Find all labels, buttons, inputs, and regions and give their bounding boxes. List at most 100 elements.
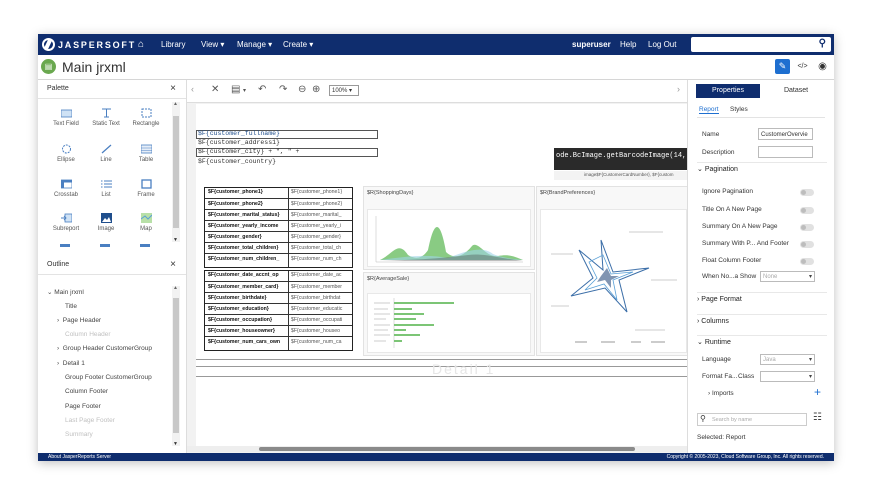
nav-manage[interactable]: Manage ▾ [237, 34, 272, 55]
summary-with-header-toggle[interactable] [800, 241, 814, 248]
delete-icon[interactable]: ✕ [211, 84, 219, 95]
tab-dataset[interactable]: Dataset [764, 84, 828, 98]
close-icon[interactable]: × [170, 80, 176, 98]
field-country[interactable]: $F{customer_country} [198, 158, 276, 165]
columns-section[interactable]: › Columns [697, 314, 827, 329]
expand-icon[interactable]: › [57, 360, 59, 367]
outline-item-column-header[interactable]: Column Header [65, 331, 111, 338]
subtab-styles[interactable]: Styles [730, 106, 748, 113]
description-input[interactable] [758, 146, 813, 158]
palette-item-list[interactable]: List [86, 179, 126, 209]
horizontal-scroll-thumb[interactable] [259, 447, 635, 451]
outline-item-column-footer[interactable]: Column Footer [65, 388, 108, 395]
field-address[interactable]: $F{customer_address1} [198, 139, 280, 146]
collapse-left-icon[interactable]: ‹ [191, 84, 194, 94]
home-icon[interactable]: ⌂ [138, 34, 144, 55]
collapse-right-icon[interactable]: › [677, 84, 680, 94]
ignore-pagination-toggle[interactable] [800, 189, 814, 196]
palette-item-text-field[interactable]: Text Field [46, 108, 86, 138]
when-no-data-select[interactable]: None [760, 271, 815, 283]
outline-scroll-thumb[interactable] [173, 298, 179, 433]
redo-icon[interactable]: ↷ [279, 84, 287, 95]
float-column-footer-toggle[interactable] [800, 258, 814, 265]
pagination-section[interactable]: ⌄ Pagination [697, 162, 827, 177]
band-divider[interactable] [196, 359, 687, 360]
undo-icon[interactable]: ↶ [258, 84, 266, 95]
table-row[interactable]: $F{customer_phone1} $F{customer_phone1} [205, 187, 352, 198]
preview-button[interactable]: ◉ [815, 59, 830, 74]
outline-item-summary[interactable]: Summary [65, 431, 93, 438]
expand-icon[interactable]: › [57, 345, 59, 352]
zoom-in-icon[interactable]: ⊕ [312, 84, 320, 95]
page-format-section[interactable]: › Page Format [697, 292, 827, 307]
palette-item-line[interactable]: Line [86, 144, 126, 174]
palette-item-crosstab[interactable]: Crosstab [46, 179, 86, 209]
palette-item-static-text[interactable]: Static Text [86, 108, 126, 138]
nav-create[interactable]: Create ▾ [283, 34, 313, 55]
palette-item-map[interactable]: Map [126, 213, 166, 243]
palette-item-frame[interactable]: Frame [126, 179, 166, 209]
chart-brand-preferences[interactable]: $R{BrandPreferences} [536, 186, 689, 356]
palette-scrollbar[interactable]: ▲ ▼ [172, 101, 180, 243]
field-fullname[interactable]: $F{customer_fullname} [198, 130, 280, 137]
logout-link[interactable]: Log Out [648, 34, 676, 55]
save-icon[interactable]: ▤ [231, 84, 240, 95]
palette-item-image[interactable]: Image [86, 213, 126, 243]
global-search-input[interactable]: ⚲ [691, 37, 831, 52]
jaspersoft-logo[interactable]: JASPERSOFT [42, 37, 136, 52]
table-row[interactable]: $F{customer_num_cars_own $F{customer_num_… [205, 336, 352, 348]
chart-average-sale[interactable]: $R{AverageSale} [363, 272, 535, 356]
horizontal-scrollbar[interactable] [187, 446, 687, 452]
help-link[interactable]: Help [620, 34, 636, 55]
palette-item-ellipse[interactable]: Ellipse [46, 144, 86, 174]
outline-item-detail[interactable]: › Detail 1 [57, 360, 85, 367]
outline-item-group-header[interactable]: › Group Header CustomerGroup [57, 345, 152, 352]
imports-section[interactable]: › Imports [708, 390, 734, 397]
scroll-up-icon[interactable]: ▲ [173, 285, 178, 291]
palette-item-rectangle[interactable]: Rectangle [126, 108, 166, 138]
add-import-icon[interactable]: + [814, 385, 821, 399]
zoom-select[interactable]: 100% ▾ [329, 85, 359, 96]
nav-library[interactable]: Library [161, 34, 185, 55]
detail-table-bottom[interactable]: $F{customer_date_accnt_op $F{customer_dat… [204, 270, 353, 351]
chevron-down-icon[interactable]: ▾ [243, 87, 246, 94]
palette-item-table[interactable]: Table [126, 144, 166, 174]
subtab-report[interactable]: Report [699, 106, 719, 114]
property-search-input[interactable]: ⚲ Search by name [697, 413, 807, 426]
barcode-element[interactable]: ode.BcImage.getBarcodeImage(14, [554, 148, 687, 170]
name-input[interactable]: CustomerOvervie [758, 128, 813, 140]
close-icon[interactable]: × [170, 256, 176, 274]
runtime-section[interactable]: ⌄ Runtime [697, 335, 827, 350]
filter-settings-icon[interactable]: ☷ [813, 412, 822, 423]
outline-item-main[interactable]: ⌄ Main jrxml [47, 288, 84, 296]
user-name[interactable]: superuser [572, 34, 611, 55]
outline-item-last-page-footer[interactable]: Last Page Footer [65, 417, 115, 424]
report-canvas[interactable]: $F{customer_fullname} $F{customer_addres… [196, 104, 689, 447]
table-row[interactable]: $F{customer_date_accnt_op $F{customer_dat… [205, 270, 352, 281]
zoom-out-icon[interactable]: ⊖ [298, 84, 306, 95]
about-link[interactable]: About JasperReports Server [48, 453, 111, 461]
title-new-page-toggle[interactable] [800, 207, 814, 214]
outline-scrollbar[interactable]: ▲ ▼ [172, 285, 180, 447]
tab-properties[interactable]: Properties [696, 84, 760, 98]
expand-icon[interactable]: › [57, 317, 59, 324]
format-class-select[interactable] [760, 371, 815, 383]
address-text-fields[interactable]: $F{customer_fullname} $F{customer_addres… [196, 130, 378, 168]
scroll-down-icon[interactable]: ▼ [173, 441, 178, 447]
source-mode-button[interactable]: </> [795, 59, 810, 74]
language-select[interactable]: Java [760, 354, 815, 366]
palette-scroll-thumb[interactable] [173, 116, 179, 228]
nav-view[interactable]: View ▾ [201, 34, 224, 55]
field-city[interactable]: $F{customer_city} + ", " + [198, 148, 299, 155]
design-mode-button[interactable]: ✎ [775, 59, 790, 74]
detail-table-top[interactable]: $F{customer_phone1} $F{customer_phone1} $… [204, 187, 353, 268]
scroll-up-icon[interactable]: ▲ [173, 101, 178, 107]
outline-item-page-footer[interactable]: Page Footer [65, 403, 101, 410]
expand-icon[interactable]: ⌄ [47, 289, 52, 296]
outline-item-page-header[interactable]: › Page Header [57, 317, 101, 324]
chart-shopping-days[interactable]: $R{ShoppingDays} [363, 186, 535, 270]
outline-item-group-footer[interactable]: Group Footer CustomerGroup [65, 374, 152, 381]
search-icon[interactable]: ⚲ [819, 38, 826, 49]
scroll-down-icon[interactable]: ▼ [173, 237, 178, 243]
palette-item-subreport[interactable]: Subreport [46, 213, 86, 243]
